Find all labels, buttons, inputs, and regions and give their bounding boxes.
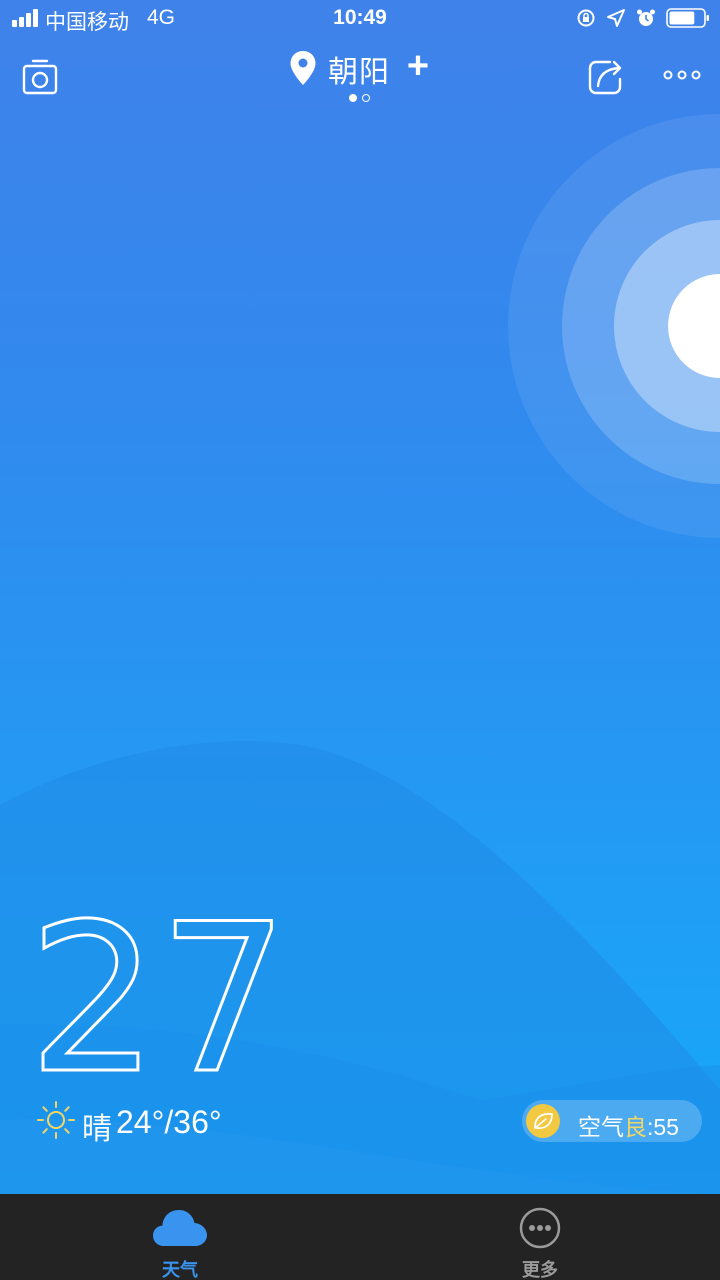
network-type: 4G bbox=[147, 6, 176, 29]
aqi-level: 良 bbox=[624, 1114, 647, 1140]
aqi-value: :55 bbox=[647, 1114, 679, 1140]
temperature-range: 24°/36° bbox=[116, 1104, 222, 1140]
page-indicator bbox=[349, 94, 375, 104]
location-pin-icon bbox=[290, 51, 316, 85]
carrier-name: 中国移动 bbox=[45, 11, 129, 34]
current-temperature-text: 27° bbox=[28, 915, 298, 1080]
bottom-tab-bar: 天气 更多 bbox=[0, 1194, 720, 1280]
location-arrow-icon bbox=[607, 9, 625, 27]
sun-icon bbox=[37, 1101, 75, 1139]
page-dot bbox=[362, 94, 370, 102]
rotation-lock-icon bbox=[577, 9, 595, 27]
aqi-text: 空气良:55 bbox=[578, 1108, 679, 1142]
weather-condition: 晴 bbox=[82, 1113, 112, 1146]
tab-weather-label: 天气 bbox=[162, 1260, 198, 1280]
weather-screen: 中国移动 4G 10:49 朝阳 + 27 晴 24°/36° 空气良:55 天… bbox=[0, 0, 720, 1280]
background-decoration bbox=[0, 114, 720, 1194]
add-city-button[interactable]: + bbox=[403, 47, 433, 85]
status-icons bbox=[576, 7, 710, 29]
tab-weather[interactable]: 天气 bbox=[0, 1194, 360, 1280]
signal-strength-icon bbox=[12, 9, 38, 27]
cloud-icon bbox=[153, 1210, 207, 1246]
camera-icon[interactable] bbox=[20, 57, 60, 97]
city-name[interactable]: 朝阳 bbox=[328, 47, 390, 91]
aqi-label: 空气 bbox=[578, 1114, 624, 1140]
alarm-icon bbox=[637, 9, 655, 26]
page-dot-active bbox=[349, 94, 357, 102]
leaf-icon bbox=[526, 1104, 560, 1138]
battery-icon bbox=[666, 8, 709, 28]
more-dots-icon[interactable] bbox=[662, 65, 702, 85]
tab-more-label: 更多 bbox=[522, 1260, 558, 1280]
more-circle-icon bbox=[519, 1207, 561, 1249]
current-temperature: 27° bbox=[28, 915, 298, 1080]
tab-more[interactable]: 更多 bbox=[360, 1194, 720, 1280]
share-icon[interactable] bbox=[586, 57, 626, 97]
air-quality-badge[interactable]: 空气良:55 bbox=[522, 1100, 702, 1142]
top-navigation: 朝阳 + bbox=[0, 45, 720, 115]
status-bar: 中国移动 4G 10:49 bbox=[0, 0, 720, 38]
